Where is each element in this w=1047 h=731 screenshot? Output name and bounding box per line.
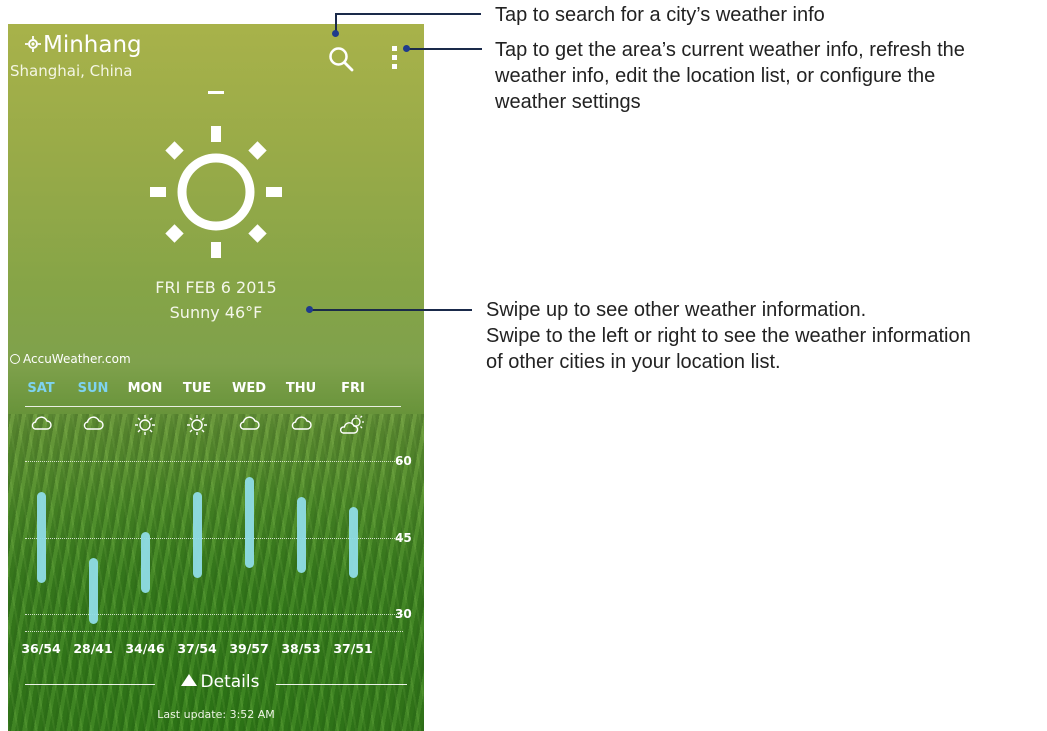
day-divider xyxy=(25,406,401,407)
callout-swipe-line: Swipe up to see other weather informatio… xyxy=(486,299,867,321)
forecast-range: 34/46 xyxy=(125,641,165,656)
forecast-range: 37/51 xyxy=(333,641,373,656)
temperature-bar xyxy=(244,476,254,568)
callout-menu-text: Tap to get the area’s current weather in… xyxy=(495,37,965,115)
temperature-bar xyxy=(140,532,150,594)
callout-search-text: Tap to search for a city’s weather info xyxy=(495,4,825,26)
callout-dot xyxy=(306,306,313,313)
callout-dot xyxy=(403,45,410,52)
current-condition: Sunny 46°F xyxy=(169,303,263,322)
details-button[interactable]: Details xyxy=(25,672,407,692)
search-icon xyxy=(329,47,354,72)
forecast-day-label: MON xyxy=(127,381,163,396)
cloud-icon xyxy=(223,414,275,438)
details-divider-right xyxy=(276,684,407,685)
temperature-bar xyxy=(36,491,46,584)
partly-cloudy-icon xyxy=(327,414,379,438)
forecast-day-label: SAT xyxy=(27,381,55,396)
current-date: FRI FEB 6 2015 xyxy=(155,278,277,297)
callout-menu-line: Tap to get the area’s current weather in… xyxy=(495,39,965,61)
forecast-range: 28/41 xyxy=(73,641,113,656)
details-label: Details xyxy=(165,672,275,692)
location-pin-icon xyxy=(25,32,41,58)
chart-baseline xyxy=(25,631,403,632)
cloud-icon xyxy=(15,414,67,438)
chart-axis-label: 45 xyxy=(395,531,412,545)
accuweather-link[interactable]: AccuWeather.com xyxy=(10,352,131,366)
forecast-day-label: WED xyxy=(231,381,266,396)
location-name-text: Minhang xyxy=(43,32,142,58)
details-divider-left xyxy=(25,684,155,685)
forecast-day-label: THU xyxy=(285,381,317,396)
chart-axis-label: 30 xyxy=(395,607,412,621)
cloud-icon xyxy=(275,414,327,438)
chart-gridline xyxy=(25,538,403,539)
accuweather-logo-icon xyxy=(10,354,20,364)
search-button[interactable] xyxy=(326,44,356,74)
cloud-icon xyxy=(67,414,119,438)
callout-swipe-text: Swipe up to see other weather informatio… xyxy=(486,297,971,375)
chart-gridline xyxy=(25,614,403,615)
chart-axis-label: 60 xyxy=(395,454,412,468)
forecast-range: 39/57 xyxy=(229,641,269,656)
callout-leader xyxy=(335,13,481,15)
sun-small-icon xyxy=(171,414,223,438)
callout-dot xyxy=(332,30,339,37)
forecast-icon-row xyxy=(25,414,400,440)
temperature-bar xyxy=(192,491,202,579)
forecast-range-row: 36/54 28/41 34/46 37/54 39/57 38/53 37/51 xyxy=(21,641,400,659)
location-region: Shanghai, China xyxy=(10,62,133,80)
callout-leader xyxy=(406,48,482,50)
triangle-up-icon xyxy=(180,674,197,686)
forecast-day-row: SAT SUN MON TUE WED THU FRI xyxy=(25,381,400,401)
details-text: Details xyxy=(200,672,260,692)
brand-text: AccuWeather.com xyxy=(23,352,131,366)
sun-small-icon xyxy=(119,414,171,438)
callout-menu-line: weather settings xyxy=(495,91,641,113)
sun-icon xyxy=(148,124,284,260)
temperature-bar xyxy=(348,507,358,579)
page-indicator xyxy=(208,91,224,94)
forecast-range: 38/53 xyxy=(281,641,321,656)
callout-menu-line: weather info, edit the location list, or… xyxy=(495,65,936,87)
forecast-day-label: FRI xyxy=(341,381,365,396)
forecast-range: 37/54 xyxy=(177,641,217,656)
forecast-day-label: SUN xyxy=(77,381,109,396)
forecast-range: 36/54 xyxy=(21,641,61,656)
chart-gridline xyxy=(25,461,403,462)
location-title: Minhang xyxy=(25,32,142,58)
callout-swipe-line: Swipe to the left or right to see the we… xyxy=(486,325,971,347)
weather-app-screen: Minhang Shanghai, China FRI FEB 6 2015 S… xyxy=(8,24,424,731)
temperature-bar xyxy=(88,557,98,624)
last-update: Last update: 3:52 AM xyxy=(157,708,275,721)
temperature-bar xyxy=(296,496,306,574)
overflow-menu-button[interactable] xyxy=(386,46,402,76)
callout-swipe-line: of other cities in your location list. xyxy=(486,351,781,373)
forecast-day-label: TUE xyxy=(182,381,212,396)
callout-leader xyxy=(310,309,472,311)
